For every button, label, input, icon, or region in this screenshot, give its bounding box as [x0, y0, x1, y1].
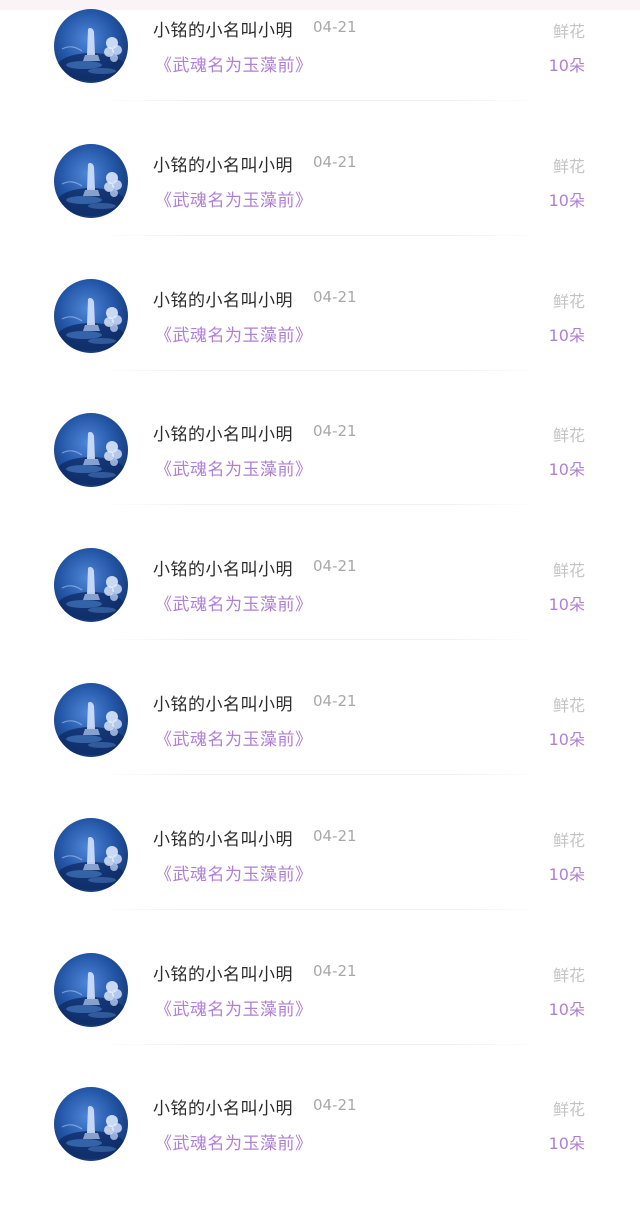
gift-date: 04-21: [313, 153, 357, 171]
user-name[interactable]: 小铭的小名叫小明: [153, 16, 293, 41]
gift-count: 10朵: [548, 1000, 585, 1019]
user-avatar[interactable]: [54, 144, 128, 218]
gift-type-label: 鲜花: [552, 561, 585, 580]
gift-date: 04-21: [313, 827, 357, 845]
gift-count: 10朵: [548, 191, 585, 210]
gift-date: 04-21: [313, 1096, 357, 1114]
book-title-link[interactable]: 《武魂名为玉藻前》: [155, 1129, 313, 1154]
gift-record-row[interactable]: 小铭的小名叫小明 04-21 《武魂名为玉藻前》 鲜花 10朵: [0, 815, 640, 950]
row-divider: [100, 639, 540, 640]
user-name[interactable]: 小铭的小名叫小明: [153, 151, 293, 176]
book-title-link[interactable]: 《武魂名为玉藻前》: [155, 725, 313, 750]
user-name[interactable]: 小铭的小名叫小明: [153, 1094, 293, 1119]
user-name[interactable]: 小铭的小名叫小明: [153, 690, 293, 715]
row-divider: [100, 100, 540, 101]
user-avatar[interactable]: [54, 1087, 128, 1161]
book-title-link[interactable]: 《武魂名为玉藻前》: [155, 590, 313, 615]
gift-record-row[interactable]: 小铭的小名叫小明 04-21 《武魂名为玉藻前》 鲜花 10朵: [0, 276, 640, 411]
gift-record-row[interactable]: 小铭的小名叫小明 04-21 《武魂名为玉藻前》 鲜花 10朵: [0, 6, 640, 141]
gift-type-label: 鲜花: [552, 696, 585, 715]
book-title-link[interactable]: 《武魂名为玉藻前》: [155, 51, 313, 76]
gift-record-row[interactable]: 小铭的小名叫小明 04-21 《武魂名为玉藻前》 鲜花 10朵: [0, 545, 640, 680]
book-title-link[interactable]: 《武魂名为玉藻前》: [155, 186, 313, 211]
gift-count: 10朵: [548, 595, 585, 614]
row-divider: [100, 235, 540, 236]
book-title-link[interactable]: 《武魂名为玉藻前》: [155, 995, 313, 1020]
user-avatar[interactable]: [54, 279, 128, 353]
gift-date: 04-21: [313, 422, 357, 440]
user-avatar[interactable]: [54, 413, 128, 487]
gift-record-row[interactable]: 小铭的小名叫小明 04-21 《武魂名为玉藻前》 鲜花 10朵: [0, 410, 640, 545]
user-avatar[interactable]: [54, 9, 128, 83]
gift-type-label: 鲜花: [552, 426, 585, 445]
user-name[interactable]: 小铭的小名叫小明: [153, 960, 293, 985]
gift-count: 10朵: [548, 326, 585, 345]
user-name[interactable]: 小铭的小名叫小明: [153, 420, 293, 445]
gift-count: 10朵: [548, 730, 585, 749]
user-name[interactable]: 小铭的小名叫小明: [153, 555, 293, 580]
gift-type-label: 鲜花: [552, 1100, 585, 1119]
gift-count: 10朵: [548, 865, 585, 884]
book-title-link[interactable]: 《武魂名为玉藻前》: [155, 860, 313, 885]
user-name[interactable]: 小铭的小名叫小明: [153, 286, 293, 311]
gift-type-label: 鲜花: [552, 292, 585, 311]
gift-date: 04-21: [313, 557, 357, 575]
gift-date: 04-21: [313, 288, 357, 306]
gift-date: 04-21: [313, 692, 357, 710]
row-divider: [100, 504, 540, 505]
book-title-link[interactable]: 《武魂名为玉藻前》: [155, 455, 313, 480]
user-avatar[interactable]: [54, 548, 128, 622]
gift-record-row[interactable]: 小铭的小名叫小明 04-21 《武魂名为玉藻前》 鲜花 10朵: [0, 680, 640, 815]
gift-record-row[interactable]: 小铭的小名叫小明 04-21 《武魂名为玉藻前》 鲜花 10朵: [0, 1084, 640, 1219]
gift-date: 04-21: [313, 962, 357, 980]
row-divider: [100, 774, 540, 775]
row-divider: [100, 1044, 540, 1045]
gift-count: 10朵: [548, 56, 585, 75]
gift-type-label: 鲜花: [552, 966, 585, 985]
user-name[interactable]: 小铭的小名叫小明: [153, 825, 293, 850]
gift-type-label: 鲜花: [552, 157, 585, 176]
book-title-link[interactable]: 《武魂名为玉藻前》: [155, 321, 313, 346]
gift-record-row[interactable]: 小铭的小名叫小明 04-21 《武魂名为玉藻前》 鲜花 10朵: [0, 141, 640, 276]
gift-date: 04-21: [313, 18, 357, 36]
user-avatar[interactable]: [54, 953, 128, 1027]
gift-type-label: 鲜花: [552, 22, 585, 41]
user-avatar[interactable]: [54, 818, 128, 892]
gift-count: 10朵: [548, 1134, 585, 1153]
gift-record-row[interactable]: 小铭的小名叫小明 04-21 《武魂名为玉藻前》 鲜花 10朵: [0, 950, 640, 1085]
row-divider: [100, 370, 540, 371]
gift-count: 10朵: [548, 460, 585, 479]
gift-type-label: 鲜花: [552, 831, 585, 850]
user-avatar[interactable]: [54, 683, 128, 757]
row-divider: [100, 909, 540, 910]
